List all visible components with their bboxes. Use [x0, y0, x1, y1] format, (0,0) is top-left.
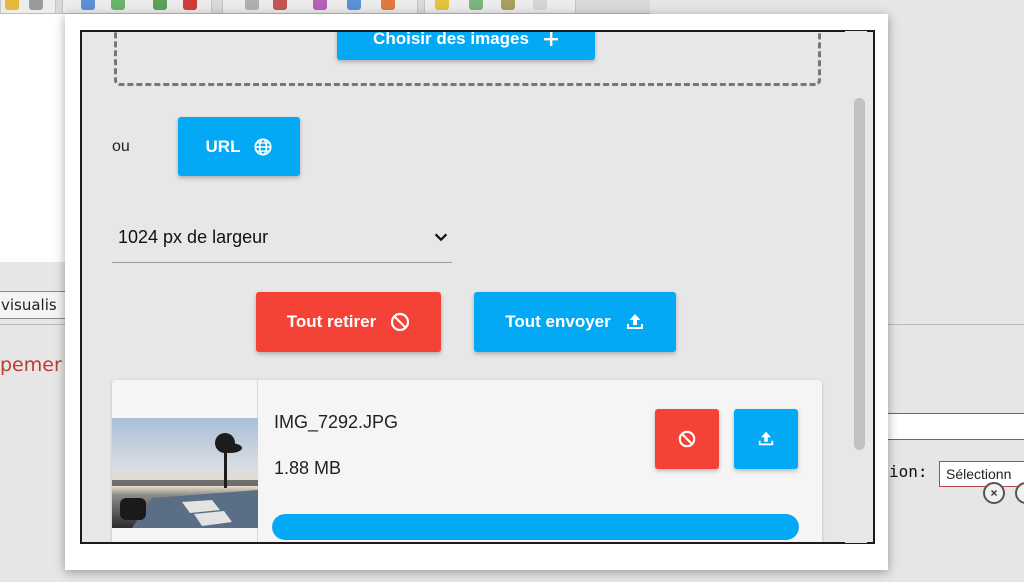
toolbar-icon[interactable] [313, 0, 327, 10]
toolbar-icon[interactable] [381, 0, 395, 10]
close-circle-icon[interactable]: × [983, 482, 1005, 504]
background-select[interactable]: Sélectionn [939, 461, 1024, 487]
file-card: IMG_7292.JPG 1.88 MB [112, 380, 822, 542]
scrollbar-thumb[interactable] [854, 98, 865, 450]
toolbar-icon[interactable] [435, 0, 449, 10]
toolbar-group [222, 0, 418, 13]
background-input[interactable] [886, 413, 1024, 440]
toolbar-group [0, 0, 56, 13]
plus-icon [543, 32, 558, 46]
file-size: 1.88 MB [274, 458, 342, 478]
send-all-button[interactable]: Tout envoyer [474, 292, 676, 352]
or-label: ou [112, 138, 130, 155]
image-size-value: 1024 px de largeur [118, 226, 269, 247]
choose-images-label: Choisir des images [373, 30, 529, 48]
toolbar-group [62, 0, 212, 13]
block-icon [678, 430, 696, 448]
editor-text-area[interactable] [0, 14, 66, 262]
toolbar-icon[interactable] [347, 0, 361, 10]
toolbar-icon[interactable] [273, 0, 287, 10]
toolbar-icon[interactable] [469, 0, 483, 10]
file-thumbnail [112, 418, 258, 528]
editor-toolbar [0, 0, 650, 14]
file-thumbnail-wrap [112, 380, 258, 542]
chevron-down-icon [434, 233, 448, 242]
upload-content: Choisir des images ou URL 1024 px de lar… [82, 32, 852, 542]
background-red-text: pemer [0, 354, 62, 376]
circle-icon[interactable] [1015, 482, 1024, 504]
upload-frame: Choisir des images ou URL 1024 px de lar… [80, 30, 875, 544]
toolbar-icon[interactable] [183, 0, 197, 10]
upload-progress-bar [272, 514, 799, 540]
preview-button[interactable]: visualis [0, 291, 66, 319]
send-all-label: Tout envoyer [505, 312, 611, 331]
toolbar-icon[interactable] [81, 0, 95, 10]
globe-icon [254, 137, 273, 156]
file-name: IMG_7292.JPG [274, 412, 399, 432]
image-size-select[interactable]: 1024 px de largeur [112, 218, 452, 263]
url-button-label: URL [205, 136, 241, 156]
background-field-label: ion: [889, 462, 928, 481]
upload-file-button[interactable] [734, 409, 798, 469]
toolbar-group [424, 0, 576, 13]
url-button[interactable]: URL [178, 117, 300, 176]
block-icon [391, 312, 410, 332]
toolbar-icon[interactable] [533, 0, 547, 10]
choose-images-button[interactable]: Choisir des images [337, 30, 595, 60]
toolbar-icon[interactable] [111, 0, 125, 10]
remove-all-button[interactable]: Tout retirer [256, 292, 441, 352]
toolbar-icon[interactable] [153, 0, 167, 10]
remove-file-button[interactable] [655, 409, 719, 469]
toolbar-icon[interactable] [5, 0, 19, 10]
remove-all-label: Tout retirer [286, 312, 377, 331]
toolbar-icon[interactable] [501, 0, 515, 10]
toolbar-icon[interactable] [245, 0, 259, 10]
upload-icon [758, 431, 774, 446]
toolbar-icon[interactable] [29, 0, 43, 10]
upload-progress-fill [272, 514, 799, 540]
upload-icon [626, 314, 643, 329]
